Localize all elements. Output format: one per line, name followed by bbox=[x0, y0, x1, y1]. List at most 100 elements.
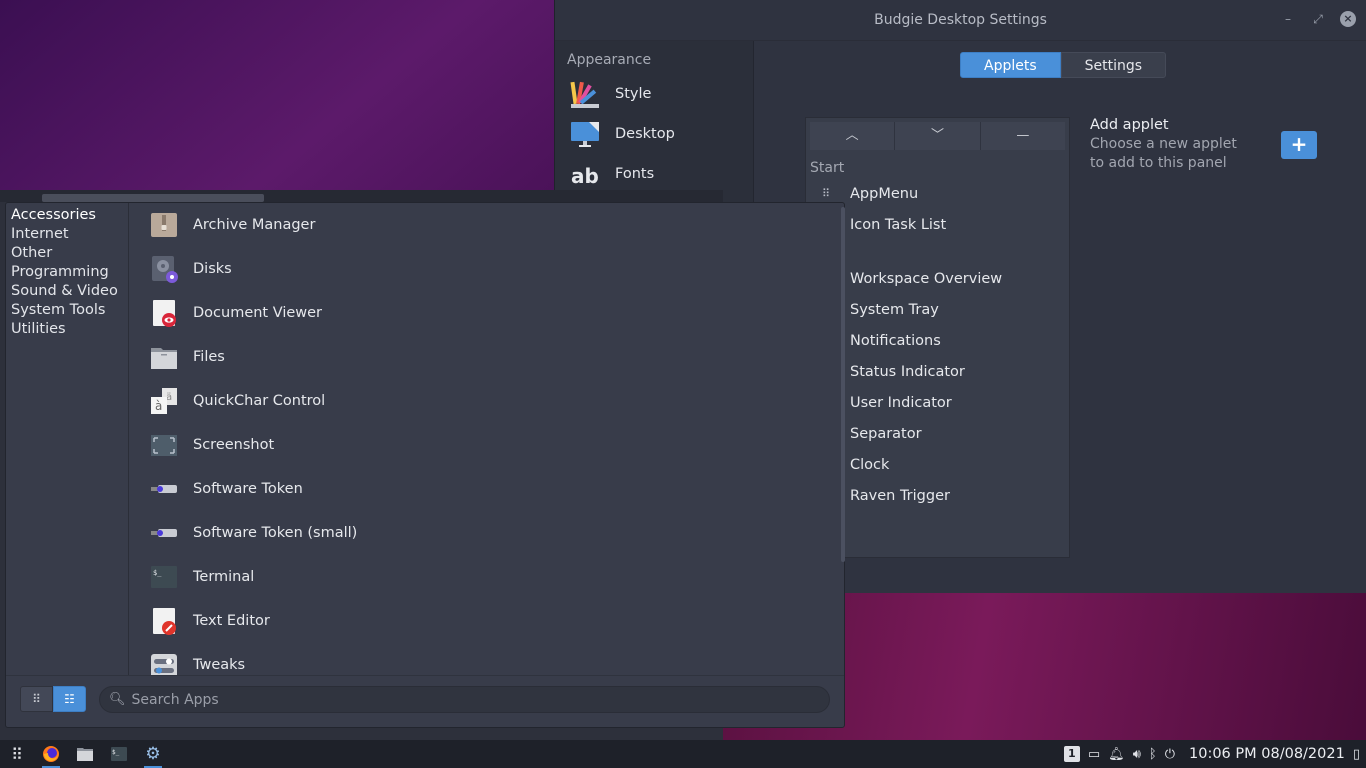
applet-label: Notifications bbox=[850, 332, 941, 349]
raven-trigger-icon[interactable]: ▯ bbox=[1353, 747, 1360, 762]
chevron-down-icon: ﹀ bbox=[930, 128, 944, 143]
sidebar-item-desktop[interactable]: Desktop bbox=[555, 114, 753, 154]
system-tray: 1 ▭ 🔔︎ 🔊︎ ᛒ ⏻ 10:06 PM 08/08/2021 ▯ bbox=[1063, 740, 1366, 768]
search-input[interactable] bbox=[131, 691, 829, 708]
app-item-tweaks[interactable]: Tweaks bbox=[130, 643, 842, 675]
app-item-software-token-small[interactable]: Software Token (small) bbox=[130, 511, 842, 555]
category-programming[interactable]: Programming bbox=[6, 263, 128, 282]
app-item-document-viewer[interactable]: Document Viewer bbox=[130, 291, 842, 335]
power-icon[interactable]: ⏻ bbox=[1165, 747, 1175, 762]
applet-item[interactable]: Icon Task List bbox=[806, 209, 1069, 240]
applet-label: Separator bbox=[850, 425, 922, 442]
category-utilities[interactable]: Utilities bbox=[6, 320, 128, 339]
app-menu: Accessories Internet Other Programming S… bbox=[5, 202, 845, 728]
app-item-quickchar[interactable]: äà QuickChar Control bbox=[130, 379, 842, 423]
window-tab[interactable] bbox=[42, 194, 264, 202]
app-label: Software Token bbox=[193, 481, 303, 497]
notifications-window-icon[interactable]: ▭ bbox=[1088, 747, 1100, 762]
add-applet-panel: Add applet Choose a new applet to add to… bbox=[1090, 117, 1250, 173]
app-item-software-token[interactable]: Software Token bbox=[130, 467, 842, 511]
category-other[interactable]: Other bbox=[6, 244, 128, 263]
applet-item[interactable] bbox=[806, 240, 1069, 263]
files-launcher[interactable] bbox=[68, 740, 102, 768]
applet-item[interactable]: Status Indicator bbox=[806, 356, 1069, 387]
tab-settings[interactable]: Settings bbox=[1060, 52, 1167, 78]
app-item-text-editor[interactable]: Text Editor bbox=[130, 599, 842, 643]
sidebar-item-fonts[interactable]: ab Fonts bbox=[555, 154, 753, 194]
list-view-button[interactable]: ☷ bbox=[53, 686, 86, 712]
search-box: 🔍︎ bbox=[99, 686, 830, 713]
close-icon[interactable]: × bbox=[1340, 11, 1356, 27]
applet-label: Status Indicator bbox=[850, 363, 965, 380]
clock[interactable]: 10:06 PM 08/08/2021 bbox=[1189, 746, 1345, 762]
add-applet-heading: Add applet bbox=[1090, 117, 1169, 133]
applet-label: System Tray bbox=[850, 301, 939, 318]
sidebar-item-style[interactable]: Style bbox=[555, 74, 753, 114]
applet-item[interactable]: Raven Trigger bbox=[806, 480, 1069, 511]
move-down-button[interactable]: ﹀ bbox=[895, 122, 981, 150]
settings-launcher[interactable]: ⚙ bbox=[136, 740, 170, 768]
maximize-icon[interactable]: ⤢ bbox=[1310, 11, 1326, 27]
software-token-icon bbox=[150, 519, 178, 547]
minimize-icon[interactable]: – bbox=[1280, 11, 1296, 27]
minus-icon: — bbox=[1016, 128, 1030, 143]
app-item-screenshot[interactable]: Screenshot bbox=[130, 423, 842, 467]
move-up-button[interactable]: ︿ bbox=[810, 122, 896, 150]
applet-item[interactable]: User Indicator bbox=[806, 387, 1069, 418]
applet-label: Icon Task List bbox=[850, 216, 947, 233]
text-editor-icon bbox=[150, 607, 178, 635]
app-item-files[interactable]: Files bbox=[130, 335, 842, 379]
applet-label: Workspace Overview bbox=[850, 270, 1003, 287]
app-label: Files bbox=[193, 349, 225, 365]
menu-scrollbar[interactable] bbox=[841, 207, 845, 562]
app-item-terminal[interactable]: $_ Terminal bbox=[130, 555, 842, 599]
bell-icon[interactable]: 🔔︎ bbox=[1108, 747, 1125, 762]
applet-item[interactable]: Separator bbox=[806, 418, 1069, 449]
category-sound-video[interactable]: Sound & Video bbox=[6, 282, 128, 301]
quickchar-icon: äà bbox=[150, 387, 178, 415]
category-accessories[interactable]: Accessories bbox=[6, 206, 128, 225]
applet-item[interactable]: System Tray bbox=[806, 294, 1069, 325]
app-label: Software Token (small) bbox=[193, 525, 358, 541]
applet-item[interactable]: Workspace Overview bbox=[806, 263, 1069, 294]
desktop-icon bbox=[569, 118, 601, 150]
applet-item[interactable]: Notifications bbox=[806, 325, 1069, 356]
workspace-indicator[interactable]: 1 bbox=[1063, 746, 1080, 762]
applet-label: Raven Trigger bbox=[850, 487, 950, 504]
sidebar-item-label: Desktop bbox=[615, 126, 675, 142]
chevron-up-icon: ︿ bbox=[845, 128, 859, 143]
tab-applets[interactable]: Applets bbox=[960, 52, 1061, 78]
remove-applet-button[interactable]: — bbox=[981, 122, 1065, 150]
svg-text:$_: $_ bbox=[153, 569, 162, 577]
files-icon bbox=[77, 748, 93, 761]
titlebar[interactable]: Budgie Desktop Settings – ⤢ × bbox=[555, 0, 1366, 41]
applet-item[interactable]: Clock bbox=[806, 449, 1069, 480]
archive-icon bbox=[150, 211, 178, 239]
svg-text:ab: ab bbox=[571, 164, 599, 188]
category-internet[interactable]: Internet bbox=[6, 225, 128, 244]
grid-icon: ⠿ bbox=[32, 692, 41, 706]
volume-icon[interactable]: 🔊︎ bbox=[1133, 747, 1141, 762]
add-applet-button[interactable]: + bbox=[1281, 131, 1317, 159]
menu-footer: ⠿ ☷ 🔍︎ bbox=[6, 675, 844, 727]
fonts-icon: ab bbox=[569, 158, 601, 190]
app-label: Tweaks bbox=[193, 657, 246, 673]
document-viewer-icon bbox=[150, 299, 178, 327]
grid-icon: ⠿ bbox=[11, 744, 23, 764]
bluetooth-icon[interactable]: ᛒ bbox=[1149, 747, 1157, 762]
applet-item[interactable]: ⠿ AppMenu bbox=[806, 178, 1069, 209]
app-item-archive-manager[interactable]: Archive Manager bbox=[130, 203, 842, 247]
app-list: Archive Manager Disks Document Viewer Fi… bbox=[130, 203, 842, 675]
wallpaper bbox=[0, 0, 555, 200]
terminal-icon: $_ bbox=[111, 747, 127, 761]
category-system-tools[interactable]: System Tools bbox=[6, 301, 128, 320]
tweaks-icon bbox=[150, 651, 178, 675]
terminal-launcher[interactable]: $_ bbox=[102, 740, 136, 768]
svg-text:$_: $_ bbox=[112, 749, 120, 756]
app-menu-button[interactable]: ⠿ bbox=[0, 740, 34, 768]
view-mode-toggle: ⠿ ☷ bbox=[20, 686, 86, 712]
grid-view-button[interactable]: ⠿ bbox=[20, 686, 53, 712]
task-list: ⠿ $_ ⚙ bbox=[0, 740, 170, 768]
app-item-disks[interactable]: Disks bbox=[130, 247, 842, 291]
firefox-launcher[interactable] bbox=[34, 740, 68, 768]
